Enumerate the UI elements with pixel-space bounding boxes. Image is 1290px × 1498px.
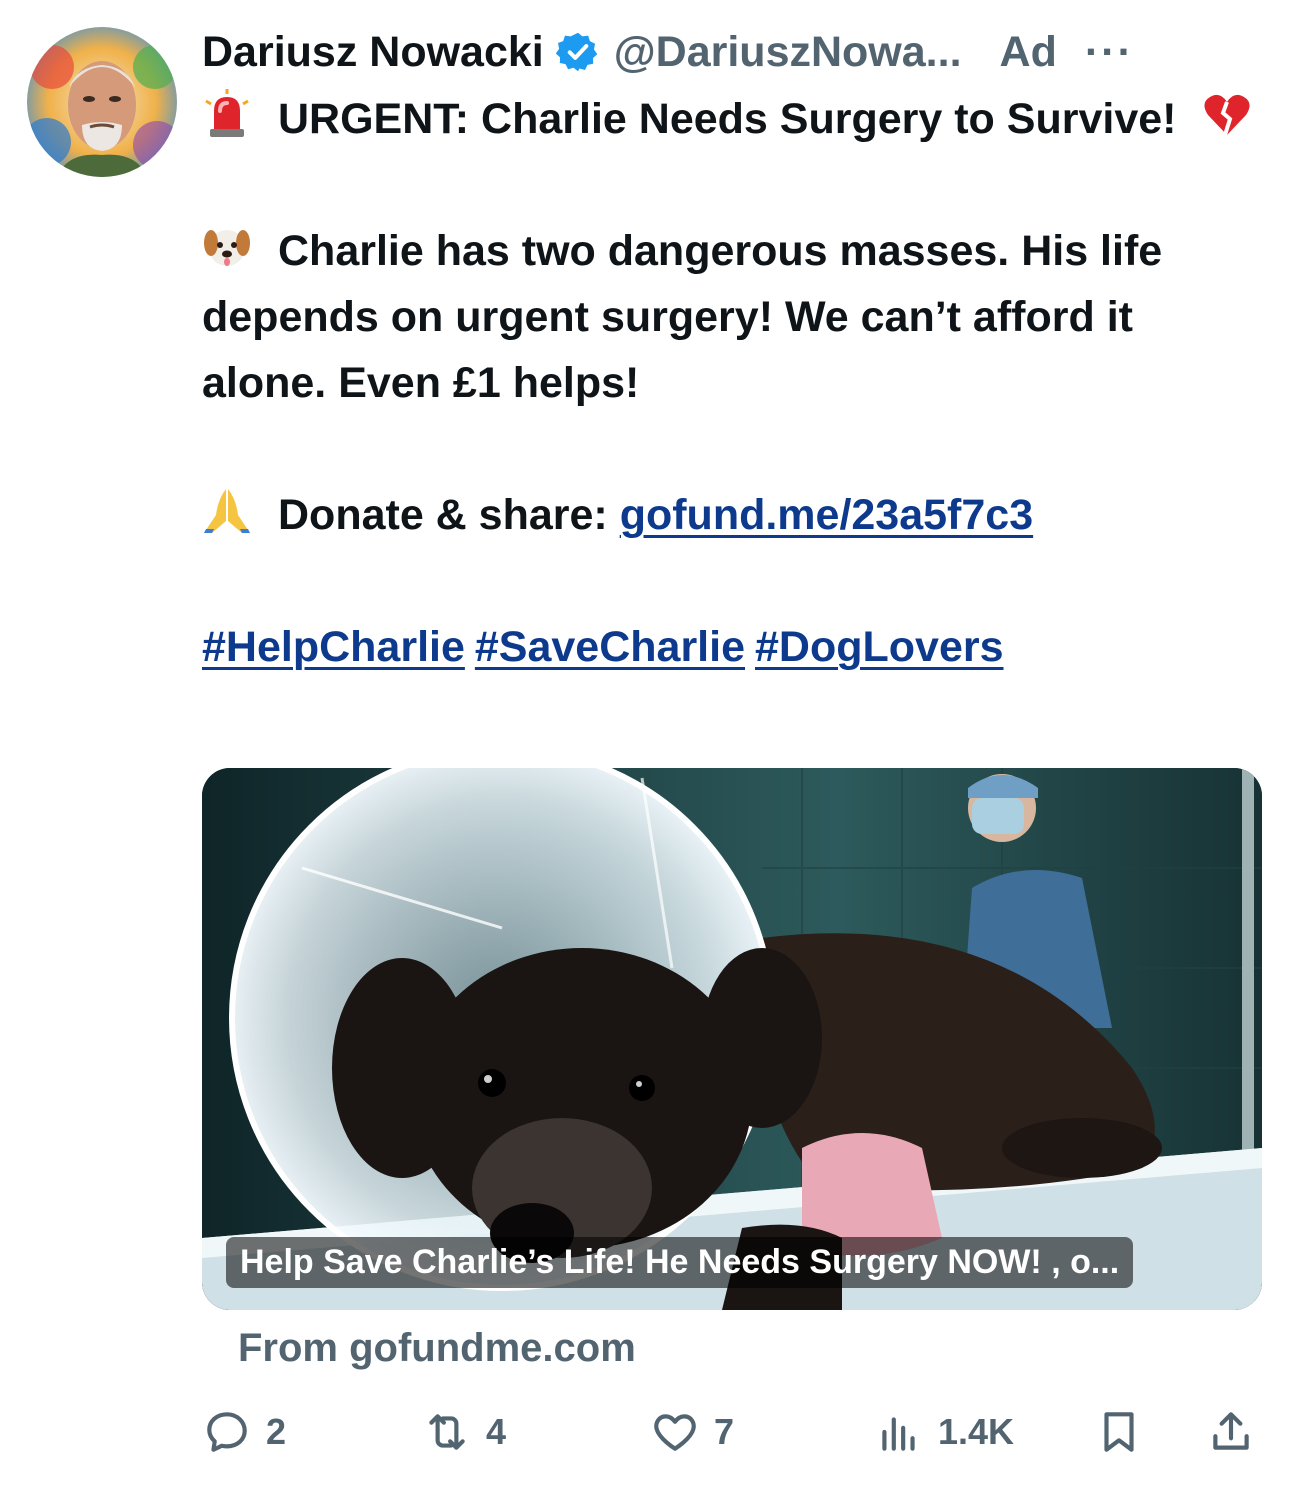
siren-emoji-icon (202, 89, 260, 139)
author-handle[interactable]: @DariuszNowa... (614, 28, 962, 77)
post-body: URGENT: Charlie Needs Surgery to Survive… (202, 86, 1262, 680)
like-icon (654, 1414, 696, 1451)
hashtag-link[interactable]: #SaveCharlie (475, 623, 745, 671)
repost-button[interactable]: 4 (422, 1400, 506, 1464)
urgent-text: URGENT: Charlie Needs Surgery to Survive… (278, 95, 1177, 143)
verified-badge-icon[interactable] (555, 30, 600, 74)
bookmark-icon (1104, 1412, 1134, 1452)
post-line-donate: Donate & share: gofund.me/23a5f7c3 (202, 482, 1262, 548)
bookmark-button[interactable] (1094, 1400, 1144, 1464)
author-name[interactable]: Dariusz Nowacki (202, 28, 544, 77)
hashtag-link[interactable]: #HelpCharlie (202, 623, 465, 671)
views-button[interactable]: 1.4K (874, 1400, 1014, 1464)
views-count: 1.4K (938, 1411, 1015, 1452)
donate-prefix: Donate & share: (278, 491, 620, 539)
praying-hands-emoji-icon (202, 485, 260, 535)
donate-link[interactable]: gofund.me/23a5f7c3 (620, 491, 1033, 539)
repost-count: 4 (486, 1411, 507, 1452)
share-button[interactable] (1206, 1400, 1256, 1464)
like-button[interactable]: 7 (650, 1400, 734, 1464)
reply-button[interactable]: 2 (202, 1400, 286, 1464)
views-icon (882, 1417, 915, 1451)
card-image (202, 768, 1262, 1310)
hashtag-row: #HelpCharlie #SaveCharlie #DogLovers (202, 614, 1262, 680)
broken-heart-emoji-icon (1202, 89, 1260, 139)
author-avatar[interactable] (27, 27, 177, 177)
action-bar: 2 4 7 1.4K (202, 1400, 1270, 1464)
post-line-urgent: URGENT: Charlie Needs Surgery to Survive… (202, 86, 1262, 152)
ad-label: Ad (999, 27, 1057, 76)
reply-count: 2 (266, 1411, 287, 1452)
post-header: Dariusz Nowacki @DariuszNowa... Ad ··· (202, 22, 1270, 82)
like-count: 7 (714, 1411, 735, 1452)
reply-icon (207, 1412, 247, 1452)
share-icon (1213, 1412, 1249, 1450)
charlie-text: Charlie has two dangerous masses. His li… (202, 227, 1163, 407)
card-source[interactable]: From gofundme.com (238, 1326, 636, 1371)
hashtag-link[interactable]: #DogLovers (755, 623, 1004, 671)
card-caption: Help Save Charlie’s Life! He Needs Surge… (226, 1237, 1134, 1288)
dog-face-emoji-icon (202, 221, 260, 271)
repost-icon (429, 1414, 465, 1450)
post-line-charlie: Charlie has two dangerous masses. His li… (202, 218, 1262, 416)
link-preview-card[interactable]: Help Save Charlie’s Life! He Needs Surge… (202, 768, 1262, 1310)
more-options-icon[interactable]: ··· (1085, 28, 1134, 77)
